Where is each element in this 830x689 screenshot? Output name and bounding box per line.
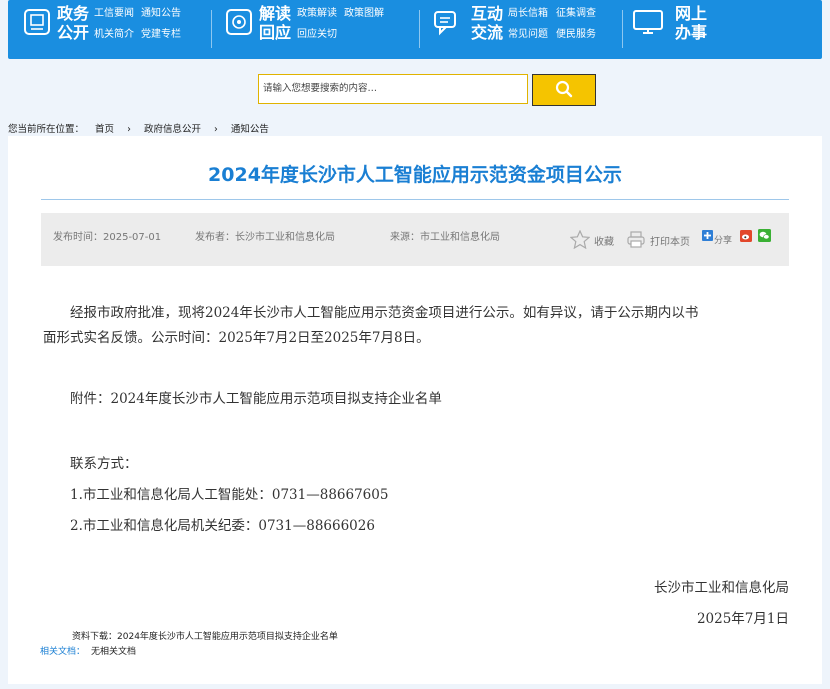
attachment-text: 附件：2024年度长沙市人工智能应用示范项目拟支持企业名单 <box>70 391 442 407</box>
nav-separator <box>211 10 212 48</box>
breadcrumb-home[interactable]: 首页 <box>95 124 114 135</box>
search-icon <box>555 80 573 97</box>
top-nav-bar: 政务 公开 工信要闻 通知公告 机关简介 党建专栏 解读 回应 政策解读 政策图… <box>8 0 822 59</box>
interpret-icon <box>226 9 252 35</box>
nav-link-mailbox[interactable]: 局长信箱 <box>508 8 548 20</box>
star-icon[interactable] <box>570 230 590 249</box>
nav-link-policy-graphic[interactable]: 政策图解 <box>344 8 384 20</box>
chat-icon <box>434 11 456 36</box>
breadcrumb-separator: › <box>213 124 218 135</box>
nav-group-online-service[interactable]: 网上 办事 <box>628 0 768 59</box>
download-file-link[interactable]: 2024年度长沙市人工智能应用示范项目拟支持企业名单 <box>117 632 338 642</box>
document-icon <box>24 9 50 35</box>
nav-title-3a[interactable]: 互动 <box>471 5 503 23</box>
nav-link-survey[interactable]: 征集调查 <box>556 8 596 20</box>
contact-2: 2.市工业和信息化局机关纪委：0731—88666026 <box>70 518 375 534</box>
monitor-icon <box>633 10 663 34</box>
nav-group-gov-affairs[interactable]: 政务 公开 工信要闻 通知公告 机关简介 党建专栏 <box>8 0 208 59</box>
related-label: 相关文档： <box>40 647 86 657</box>
nav-link-intro[interactable]: 机关简介 <box>94 29 134 41</box>
breadcrumb-gov-info[interactable]: 政府信息公开 <box>144 124 201 135</box>
nav-title-4a[interactable]: 网上 <box>675 5 707 23</box>
search-input[interactable] <box>258 74 528 104</box>
favorite-link[interactable]: 收藏 <box>594 233 614 248</box>
breadcrumb-prefix: 您当前所在位置： <box>8 124 85 135</box>
nav-group-interpret[interactable]: 解读 回应 政策解读 政策图解 回应关切 <box>218 0 418 59</box>
nav-group-interaction[interactable]: 互动 交流 局长信箱 征集调查 常见问题 便民服务 <box>426 0 626 59</box>
signature-date: 2025年7月1日 <box>696 611 789 627</box>
related-value: 无相关文档 <box>91 647 137 657</box>
nav-separator <box>622 10 623 48</box>
article-card: 2024年度长沙市人工智能应用示范资金项目公示 发布时间：2025-07-01 … <box>8 136 822 684</box>
nav-title-2a[interactable]: 解读 <box>259 5 291 23</box>
nav-link-party[interactable]: 党建专栏 <box>141 29 181 41</box>
download-label: 资料下载： <box>72 632 118 642</box>
signature: 长沙市工业和信息化局 <box>654 580 789 596</box>
nav-link-news[interactable]: 工信要闻 <box>94 8 134 20</box>
body-paragraph-line-2: 面形式实名反馈。公示时间：2025年7月2日至2025年7月8日。 <box>43 330 430 346</box>
nav-link-respond[interactable]: 回应关切 <box>297 29 337 41</box>
body-paragraph-line-1: 经报市政府批准，现将2024年长沙市人工智能应用示范资金项目进行公示。如有异议，… <box>70 305 699 321</box>
publish-date: 发布时间：2025-07-01 <box>53 232 162 243</box>
source: 来源：市工业和信息化局 <box>390 232 500 243</box>
print-link[interactable]: 打印本页 <box>650 233 690 248</box>
nav-link-notices[interactable]: 通知公告 <box>141 8 181 20</box>
nav-link-faq[interactable]: 常见问题 <box>508 29 548 41</box>
nav-title-2b[interactable]: 回应 <box>259 24 291 42</box>
contact-1: 1.市工业和信息化局人工智能处：0731—88667605 <box>70 487 389 503</box>
nav-separator <box>419 10 420 48</box>
wechat-icon[interactable] <box>758 229 771 242</box>
printer-icon[interactable] <box>626 230 646 249</box>
related-row: 相关文档： 无相关文档 <box>40 644 136 657</box>
breadcrumb-notices[interactable]: 通知公告 <box>231 124 269 135</box>
nav-title-3b[interactable]: 交流 <box>471 24 503 42</box>
article-meta-bar: 发布时间：2025-07-01 发布者：长沙市工业和信息化局 来源：市工业和信息… <box>41 213 789 266</box>
search-button[interactable] <box>532 74 596 106</box>
download-row: 资料下载：2024年度长沙市人工智能应用示范项目拟支持企业名单 <box>72 629 338 642</box>
nav-title-1b[interactable]: 公开 <box>57 24 89 42</box>
nav-link-service[interactable]: 便民服务 <box>556 29 596 41</box>
nav-link-policy-interpret[interactable]: 政策解读 <box>297 8 337 20</box>
nav-title-4b[interactable]: 办事 <box>675 24 707 42</box>
breadcrumb: 您当前所在位置： 首页 › 政府信息公开 › 通知公告 <box>8 121 275 135</box>
breadcrumb-separator: › <box>127 124 131 135</box>
share-link[interactable]: 分享 <box>714 233 732 246</box>
nav-title-1a[interactable]: 政务 <box>57 5 89 23</box>
share-plus-icon[interactable] <box>702 230 713 241</box>
publisher: 发布者：长沙市工业和信息化局 <box>195 232 335 243</box>
title-divider <box>41 199 789 200</box>
article-title: 2024年度长沙市人工智能应用示范资金项目公示 <box>208 164 622 186</box>
contact-title: 联系方式： <box>70 456 138 472</box>
weibo-icon[interactable] <box>740 230 752 242</box>
